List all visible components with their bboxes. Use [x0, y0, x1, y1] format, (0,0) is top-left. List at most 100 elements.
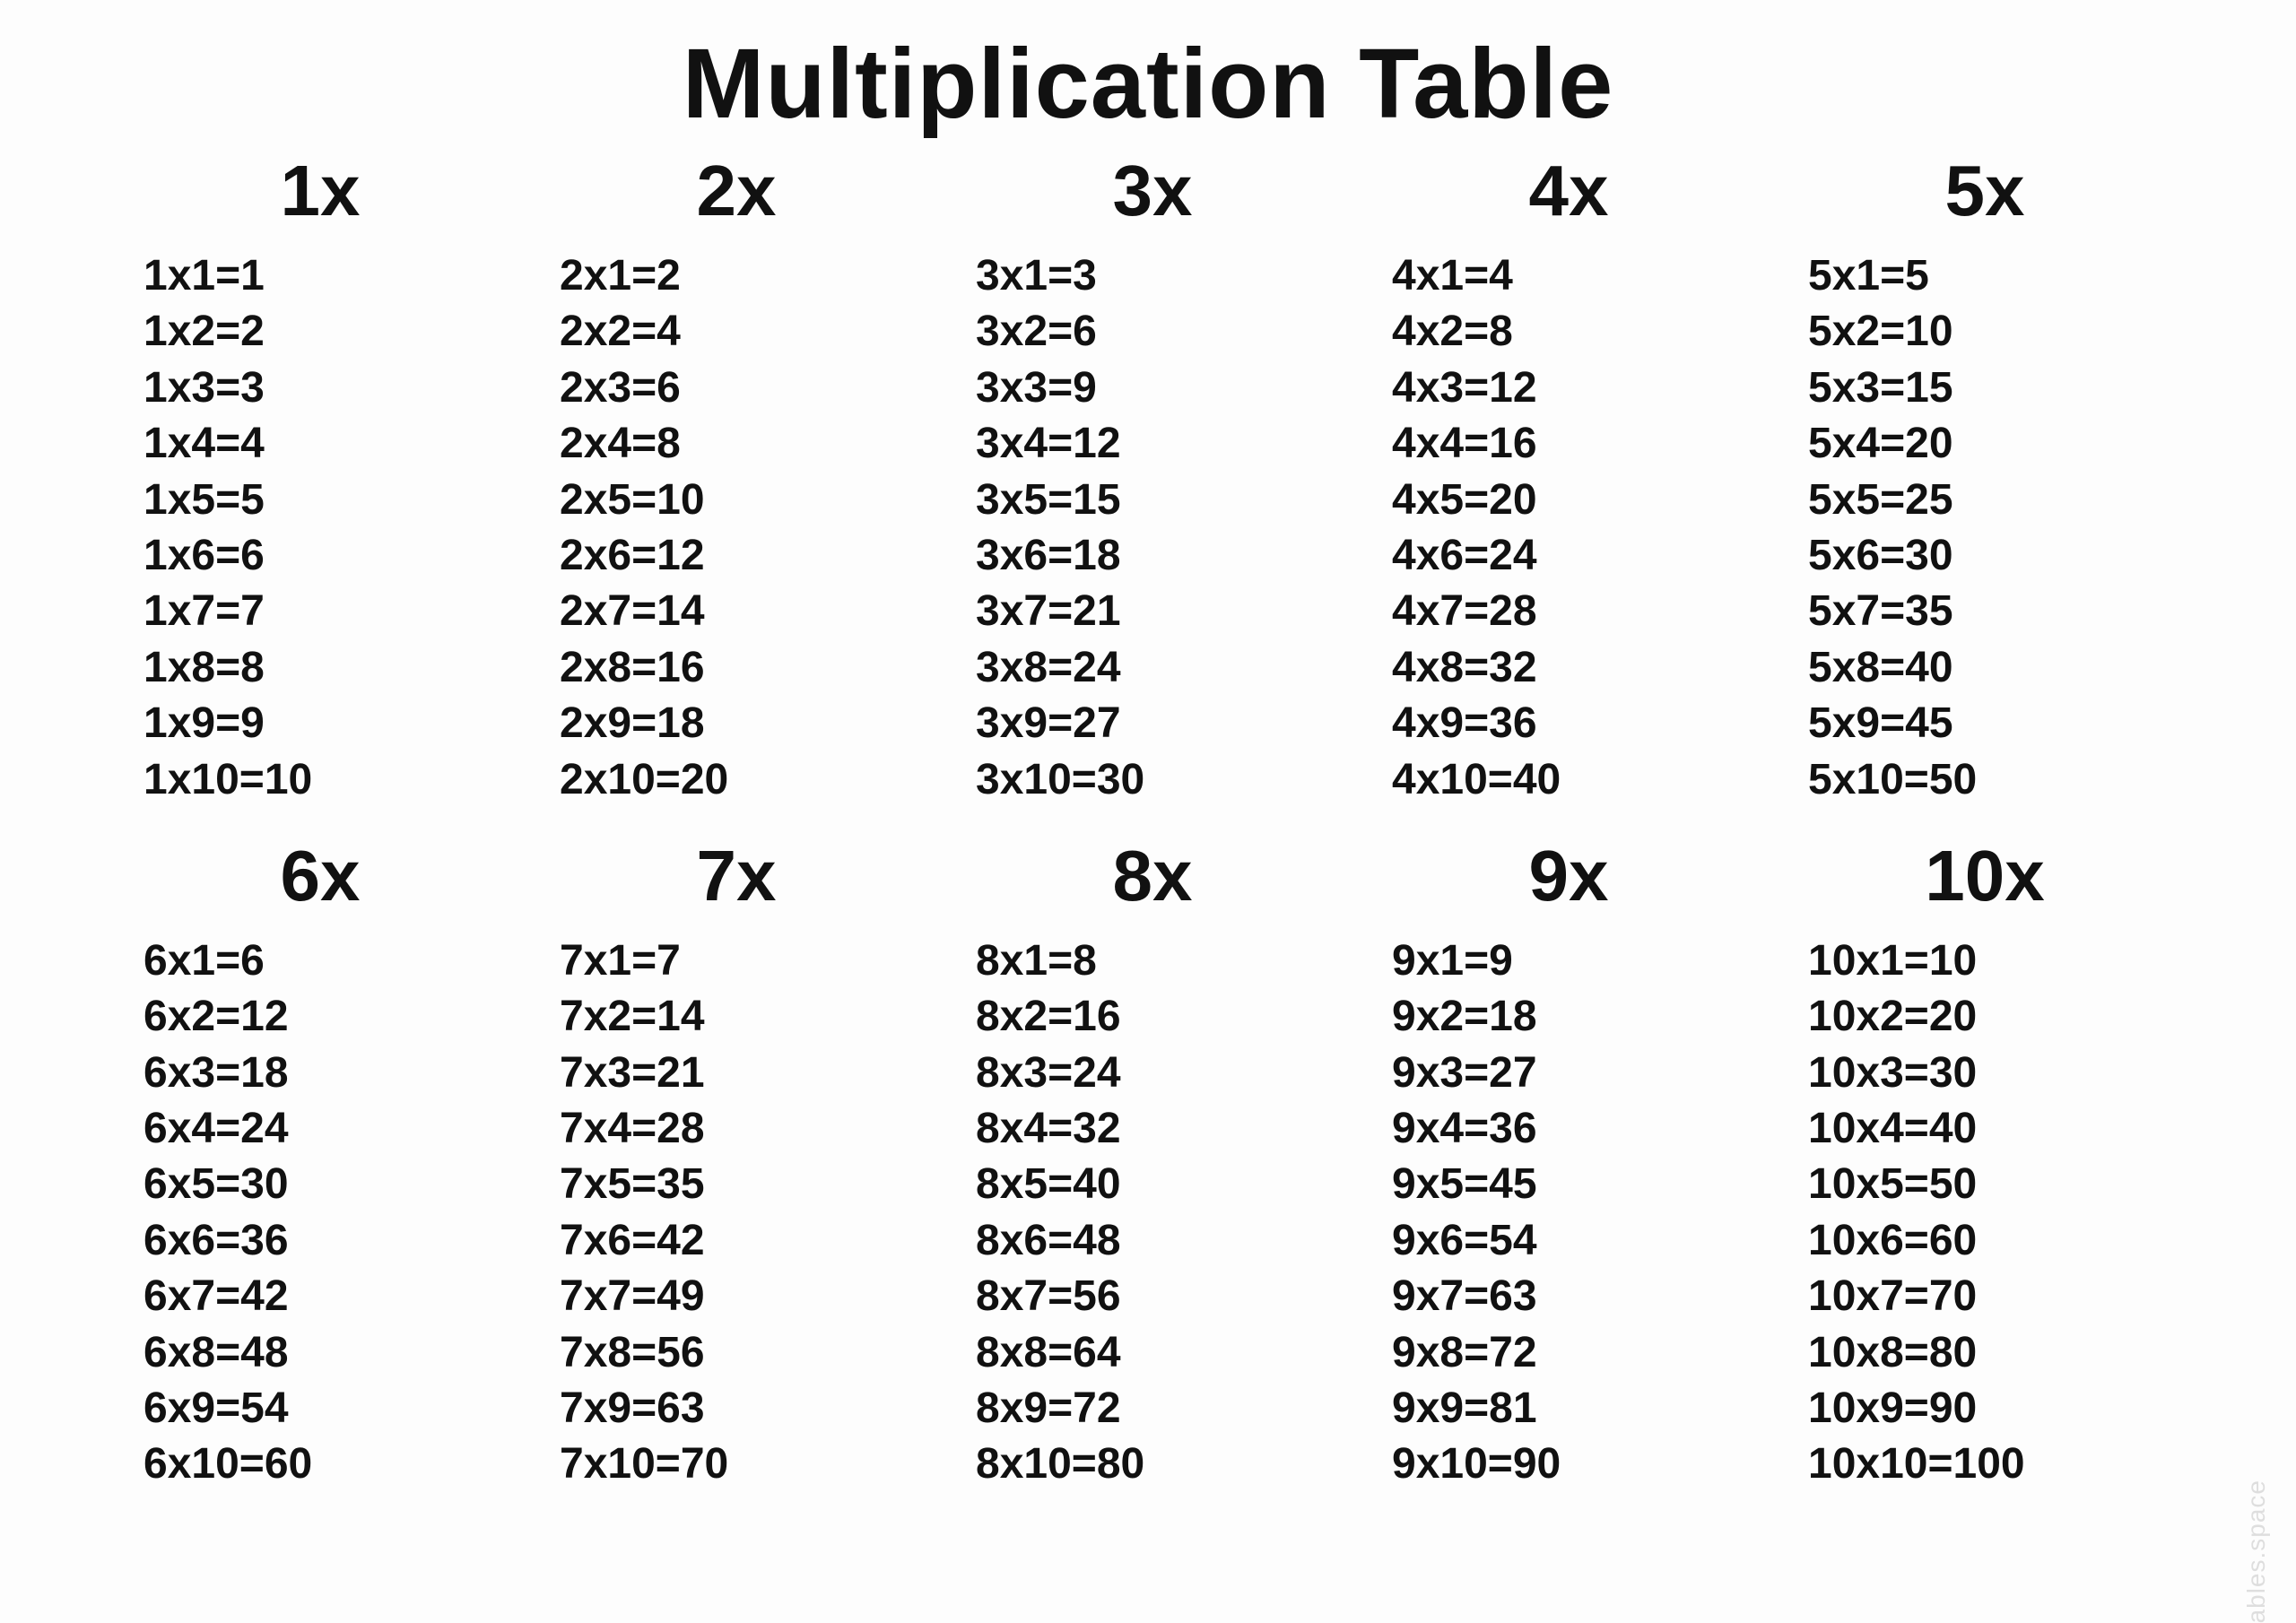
times-row: 10x1=10 [1808, 933, 2161, 989]
times-row: 2x7=14 [560, 584, 913, 639]
times-row: 8x9=72 [976, 1381, 1329, 1436]
times-row: 4x7=28 [1392, 584, 1745, 639]
times-row: 10x7=70 [1808, 1269, 2161, 1324]
times-row: 6x10=60 [144, 1436, 497, 1492]
times-row: 9x9=81 [1392, 1381, 1745, 1436]
times-row: 6x9=54 [144, 1381, 497, 1436]
times-row: 2x4=8 [560, 416, 913, 472]
times-row: 6x6=36 [144, 1213, 497, 1269]
times-row: 4x1=4 [1392, 248, 1745, 304]
times-row: 1x4=4 [144, 416, 497, 472]
times-row: 3x2=6 [976, 304, 1329, 360]
times-row: 1x8=8 [144, 640, 497, 696]
times-row: 6x4=24 [144, 1101, 497, 1157]
times-row: 6x7=42 [144, 1269, 497, 1324]
times-row: 7x4=28 [560, 1101, 913, 1157]
times-row: 2x8=16 [560, 640, 913, 696]
times-row: 6x3=18 [144, 1046, 497, 1101]
times-row: 7x2=14 [560, 989, 913, 1045]
times-row: 9x7=63 [1392, 1269, 1745, 1324]
times-column-2: 2x 2x1=2 2x2=4 2x3=6 2x4=8 2x5=10 2x6=12… [551, 150, 913, 808]
times-row: 7x8=56 [560, 1325, 913, 1381]
column-header: 3x [976, 150, 1329, 232]
times-row: 9x6=54 [1392, 1213, 1745, 1269]
times-row: 7x3=21 [560, 1046, 913, 1101]
times-column-3: 3x 3x1=3 3x2=6 3x3=9 3x4=12 3x5=15 3x6=1… [967, 150, 1329, 808]
times-row: 9x8=72 [1392, 1325, 1745, 1381]
times-row: 9x4=36 [1392, 1101, 1745, 1157]
times-row: 9x10=90 [1392, 1436, 1745, 1492]
times-row: 9x3=27 [1392, 1046, 1745, 1101]
times-row: 4x3=12 [1392, 360, 1745, 416]
times-row: 4x5=20 [1392, 473, 1745, 528]
times-row: 9x5=45 [1392, 1157, 1745, 1212]
times-row: 5x4=20 [1808, 416, 2161, 472]
times-column-8: 8x 8x1=8 8x2=16 8x3=24 8x4=32 8x5=40 8x6… [967, 835, 1329, 1493]
times-row: 1x3=3 [144, 360, 497, 416]
times-column-7: 7x 7x1=7 7x2=14 7x3=21 7x4=28 7x5=35 7x6… [551, 835, 913, 1493]
times-row: 7x6=42 [560, 1213, 913, 1269]
column-header: 9x [1392, 835, 1745, 917]
times-row: 5x6=30 [1808, 528, 2161, 584]
times-row: 1x7=7 [144, 584, 497, 639]
times-row: 2x10=20 [560, 752, 913, 808]
times-row: 5x10=50 [1808, 752, 2161, 808]
times-row: 10x9=90 [1808, 1381, 2161, 1436]
times-row: 8x8=64 [976, 1325, 1329, 1381]
times-row: 9x1=9 [1392, 933, 1745, 989]
times-row: 7x5=35 [560, 1157, 913, 1212]
times-row: 1x6=6 [144, 528, 497, 584]
times-column-5: 5x 5x1=5 5x2=10 5x3=15 5x4=20 5x5=25 5x6… [1799, 150, 2161, 808]
times-row: 3x9=27 [976, 696, 1329, 751]
times-row: 2x1=2 [560, 248, 913, 304]
times-row: 8x6=48 [976, 1213, 1329, 1269]
times-row: 2x3=6 [560, 360, 913, 416]
times-row: 4x2=8 [1392, 304, 1745, 360]
column-header: 4x [1392, 150, 1745, 232]
times-row: 8x1=8 [976, 933, 1329, 989]
times-row: 7x1=7 [560, 933, 913, 989]
times-row: 1x10=10 [144, 752, 497, 808]
column-header: 1x [144, 150, 497, 232]
times-row: 4x4=16 [1392, 416, 1745, 472]
times-row: 8x5=40 [976, 1157, 1329, 1212]
times-row: 4x8=32 [1392, 640, 1745, 696]
multiplication-grid: 1x 1x1=1 1x2=2 1x3=3 1x4=4 1x5=5 1x6=6 1… [126, 150, 2170, 1493]
times-row: 3x6=18 [976, 528, 1329, 584]
times-row: 4x6=24 [1392, 528, 1745, 584]
times-row: 5x9=45 [1808, 696, 2161, 751]
times-row: 5x2=10 [1808, 304, 2161, 360]
times-row: 10x3=30 [1808, 1046, 2161, 1101]
times-row: 3x1=3 [976, 248, 1329, 304]
times-column-4: 4x 4x1=4 4x2=8 4x3=12 4x4=16 4x5=20 4x6=… [1383, 150, 1745, 808]
times-row: 5x1=5 [1808, 248, 2161, 304]
column-header: 8x [976, 835, 1329, 917]
column-header: 6x [144, 835, 497, 917]
times-column-6: 6x 6x1=6 6x2=12 6x3=18 6x4=24 6x5=30 6x6… [135, 835, 497, 1493]
times-row: 4x10=40 [1392, 752, 1745, 808]
times-row: 3x8=24 [976, 640, 1329, 696]
times-row: 10x8=80 [1808, 1325, 2161, 1381]
times-row: 3x4=12 [976, 416, 1329, 472]
times-row: 1x2=2 [144, 304, 497, 360]
times-row: 2x5=10 [560, 473, 913, 528]
page-title: Multiplication Table [126, 27, 2170, 141]
column-header: 2x [560, 150, 913, 232]
times-row: 6x5=30 [144, 1157, 497, 1212]
times-row: 9x2=18 [1392, 989, 1745, 1045]
times-row: 6x8=48 [144, 1325, 497, 1381]
times-column-1: 1x 1x1=1 1x2=2 1x3=3 1x4=4 1x5=5 1x6=6 1… [135, 150, 497, 808]
times-row: 10x4=40 [1808, 1101, 2161, 1157]
watermark-text: https://Printables.space [2242, 1480, 2271, 1623]
times-row: 10x10=100 [1808, 1436, 2161, 1492]
times-row: 8x10=80 [976, 1436, 1329, 1492]
times-row: 5x8=40 [1808, 640, 2161, 696]
column-header: 7x [560, 835, 913, 917]
times-row: 3x10=30 [976, 752, 1329, 808]
times-column-10: 10x 10x1=10 10x2=20 10x3=30 10x4=40 10x5… [1799, 835, 2161, 1493]
page: Multiplication Table 1x 1x1=1 1x2=2 1x3=… [0, 0, 2296, 1623]
times-row: 7x7=49 [560, 1269, 913, 1324]
times-column-9: 9x 9x1=9 9x2=18 9x3=27 9x4=36 9x5=45 9x6… [1383, 835, 1745, 1493]
times-row: 2x2=4 [560, 304, 913, 360]
times-row: 3x3=9 [976, 360, 1329, 416]
